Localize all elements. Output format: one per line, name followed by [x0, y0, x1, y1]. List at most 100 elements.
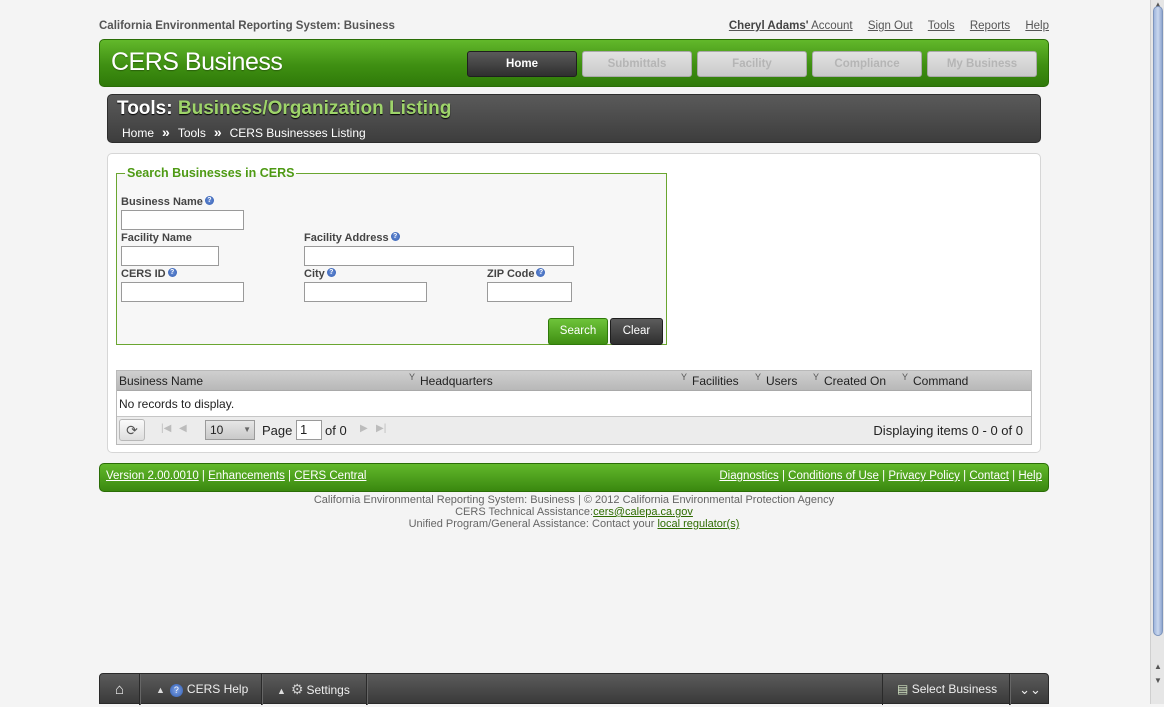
breadcrumb: Home» Tools» CERS Businesses Listing [122, 124, 366, 140]
double-chevron-down-icon: ⌄⌄ [1019, 682, 1041, 697]
nav-facility[interactable]: Facility [697, 51, 807, 77]
vertical-scrollbar[interactable]: ▲ ▲ ▼ [1150, 0, 1164, 704]
contact-link[interactable]: Contact [969, 470, 1009, 482]
tools-link[interactable]: Tools [928, 20, 955, 32]
conditions-link[interactable]: Conditions of Use [788, 470, 879, 482]
page-label: Page [262, 423, 293, 438]
business-name-input[interactable] [121, 210, 244, 230]
email-link[interactable]: cers@calepa.ca.gov [593, 506, 693, 518]
caret-up-icon: ▲ [277, 686, 286, 696]
technical-assistance-line: CERS Technical Assistance:cers@calepa.ca… [455, 506, 693, 518]
last-page-icon[interactable]: ▶| [376, 423, 386, 434]
content-panel: Search Businesses in CERS Business Name?… [107, 153, 1041, 453]
diagnostics-link[interactable]: Diagnostics [719, 470, 778, 482]
footer-right: Diagnostics | Conditions of Use | Privac… [719, 470, 1042, 482]
col-business-name[interactable]: Business Name [119, 374, 203, 388]
page-title: Tools: Business/Organization Listing [117, 98, 452, 119]
copyright-block: California Environmental Reporting Syste… [99, 494, 1049, 530]
scroll-down-arrow-icon[interactable]: ▼ [1153, 676, 1163, 686]
copyright-line: California Environmental Reporting Syste… [313, 494, 835, 506]
footer-bar: Version 2.00.0010 | Enhancements | CERS … [99, 463, 1049, 492]
nav-my-business[interactable]: My Business [927, 51, 1037, 77]
filter-icon[interactable]: Y [902, 372, 908, 382]
facility-address-label: Facility Address? [304, 232, 400, 244]
facility-name-input[interactable] [121, 246, 219, 266]
refresh-icon[interactable]: ⟳ [119, 419, 145, 441]
help-icon[interactable]: ? [390, 232, 400, 241]
grid-header: Business Name Y Headquarters Y Facilitie… [117, 371, 1031, 391]
zip-input[interactable] [487, 282, 572, 302]
collapse-button[interactable]: ⌄⌄ [1010, 674, 1050, 705]
privacy-link[interactable]: Privacy Policy [888, 470, 960, 482]
breadcrumb-tools[interactable]: Tools [178, 126, 206, 140]
prev-page-icon[interactable]: ◀ [179, 423, 187, 434]
filter-icon[interactable]: Y [813, 372, 819, 382]
help-icon[interactable]: ? [167, 268, 177, 277]
footer-left: Version 2.00.0010 | Enhancements | CERS … [106, 470, 367, 482]
page-number-input[interactable]: 1 [296, 420, 322, 440]
sign-out-link[interactable]: Sign Out [868, 20, 913, 32]
chevron-down-icon: ▼ [243, 425, 251, 434]
gear-icon: ⚙ [290, 681, 304, 697]
filter-icon[interactable]: Y [681, 372, 687, 382]
city-input[interactable] [304, 282, 427, 302]
cers-central-link[interactable]: CERS Central [294, 470, 366, 482]
cers-help-button[interactable]: ▲? CERS Help [140, 674, 262, 705]
city-label: City? [304, 268, 336, 280]
clear-button[interactable]: Clear [610, 318, 663, 345]
displaying-items: Displaying items 0 - 0 of 0 [873, 423, 1023, 438]
col-facilities[interactable]: Facilities [692, 374, 739, 388]
cers-id-label: CERS ID? [121, 268, 177, 280]
footer-help-link[interactable]: Help [1018, 470, 1042, 482]
enhancements-link[interactable]: Enhancements [208, 470, 285, 482]
facility-address-input[interactable] [304, 246, 574, 266]
breadcrumb-current: CERS Businesses Listing [229, 126, 366, 140]
select-business-button[interactable]: ▤ Select Business [882, 674, 1010, 705]
col-users[interactable]: Users [766, 374, 797, 388]
help-icon[interactable]: ? [204, 196, 214, 205]
local-regulator-link[interactable]: local regulator(s) [657, 518, 739, 530]
search-legend: Search Businesses in CERS [127, 166, 295, 180]
bottom-toolbar: ⌂ ▲? CERS Help ▲ ⚙ Settings ▤ Select Busine… [99, 673, 1050, 705]
page-size-select[interactable]: 10 ▼ [205, 420, 255, 440]
scroll-up-arrow-icon[interactable]: ▲ [1153, 662, 1163, 672]
breadcrumb-home[interactable]: Home [122, 126, 154, 140]
facility-name-label: Facility Name [121, 232, 192, 244]
home-button[interactable]: ⌂ [100, 674, 140, 705]
general-assistance-line: Unified Program/General Assistance: Cont… [408, 518, 740, 530]
grid-pager: ⟳ |◀ ◀ 10 ▼ Page 1 of 0 ▶ ▶| Displaying i… [117, 416, 1031, 444]
settings-button[interactable]: ▲ ⚙ Settings [262, 674, 367, 705]
top-links: Cheryl Adams' Account Sign Out Tools Rep… [717, 20, 1049, 32]
filter-icon[interactable]: Y [755, 372, 761, 382]
account-link[interactable]: Cheryl Adams' Account [729, 20, 853, 32]
nav-submittals[interactable]: Submittals [582, 51, 692, 77]
business-name-label: Business Name? [121, 196, 214, 208]
nav-compliance[interactable]: Compliance [812, 51, 922, 77]
results-grid: Business Name Y Headquarters Y Facilitie… [116, 370, 1032, 445]
search-form: Search Businesses in CERS Business Name?… [116, 166, 667, 345]
help-icon[interactable]: ? [536, 268, 546, 277]
nav-home[interactable]: Home [467, 51, 577, 77]
no-records-message: No records to display. [119, 397, 235, 411]
first-page-icon[interactable]: |◀ [161, 423, 171, 434]
search-button[interactable]: Search [548, 318, 608, 345]
home-icon: ⌂ [114, 681, 125, 698]
page-title-bar: Tools: Business/Organization Listing Hom… [107, 94, 1041, 143]
col-headquarters[interactable]: Headquarters [420, 374, 493, 388]
scrollbar-thumb[interactable] [1153, 6, 1163, 636]
zip-label: ZIP Code? [487, 268, 546, 280]
caret-up-icon: ▲ [156, 685, 165, 695]
cers-id-input[interactable] [121, 282, 244, 302]
help-icon: ? [169, 684, 183, 697]
system-name: California Environmental Reporting Syste… [99, 20, 395, 32]
filter-icon[interactable]: Y [409, 372, 415, 382]
document-icon: ▤ [897, 682, 909, 696]
reports-link[interactable]: Reports [970, 20, 1010, 32]
help-icon[interactable]: ? [326, 268, 336, 277]
col-command[interactable]: Command [913, 374, 968, 388]
col-created-on[interactable]: Created On [824, 374, 886, 388]
next-page-icon[interactable]: ▶ [360, 423, 368, 434]
help-link[interactable]: Help [1025, 20, 1049, 32]
version-link[interactable]: Version 2.00.0010 [106, 470, 199, 482]
main-header: CERS Business Home Submittals Facility C… [99, 39, 1049, 87]
